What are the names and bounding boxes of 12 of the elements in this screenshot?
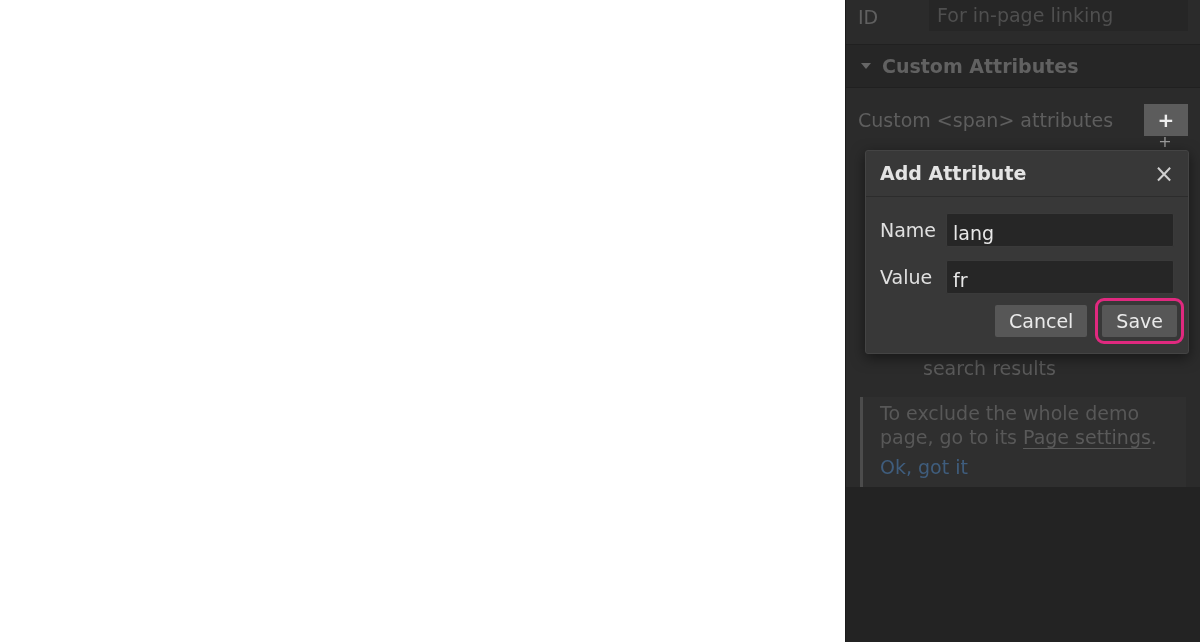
dialog-title: Add Attribute bbox=[880, 161, 1027, 187]
caret-icon bbox=[860, 62, 872, 70]
text-input[interactable]: fr bbox=[946, 260, 1174, 294]
field-label: Name bbox=[880, 217, 938, 243]
section-title: Custom Attributes bbox=[882, 53, 1079, 79]
dialog-button[interactable]: Save bbox=[1102, 305, 1177, 337]
field-label: Value bbox=[880, 264, 934, 290]
dialog-button[interactable]: Cancel bbox=[995, 305, 1088, 337]
add-button[interactable]: + bbox=[1144, 104, 1188, 136]
text-input[interactable]: lang bbox=[946, 213, 1174, 247]
plus-icon: + bbox=[1155, 134, 1175, 150]
close-button[interactable]: × bbox=[1153, 161, 1174, 186]
